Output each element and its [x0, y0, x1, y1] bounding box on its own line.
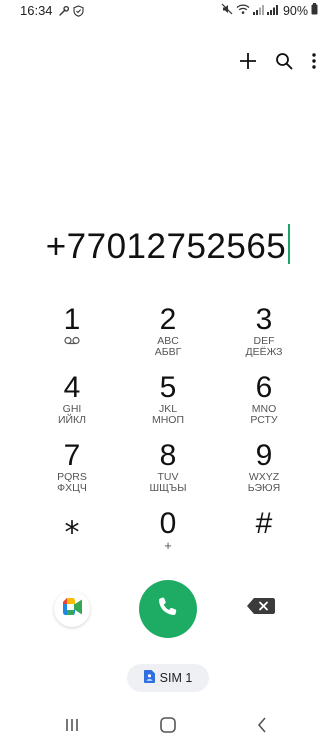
key-letters-cyrillic: ФХЦЧ: [57, 482, 87, 494]
google-meet-icon: [61, 597, 83, 621]
key-digit: 8: [159, 439, 177, 472]
top-actions: [238, 50, 318, 72]
key-0[interactable]: 0 +: [120, 508, 216, 576]
key-letters-cyrillic: ИЙКЛ: [57, 414, 87, 426]
google-meet-button[interactable]: [54, 591, 90, 627]
key-digit: 6: [255, 371, 273, 404]
more-options-icon[interactable]: [310, 50, 318, 72]
key-letters-cyrillic: МНОП: [151, 414, 185, 426]
dialed-number-field[interactable]: +77012752565: [0, 224, 336, 267]
key-9[interactable]: 9 WXYZ ЬЭЮЯ: [216, 440, 312, 508]
key-hash[interactable]: #: [216, 508, 312, 576]
status-left-icons: [58, 4, 84, 22]
sim-selector[interactable]: SIM 1: [127, 664, 209, 692]
battery-icon: [311, 3, 318, 18]
wifi-icon: [236, 3, 250, 18]
key-plus: +: [164, 538, 172, 553]
sim-card-icon: [143, 670, 155, 686]
home-icon[interactable]: [156, 714, 180, 736]
key-2[interactable]: 2 ABC АБВГ: [120, 304, 216, 372]
dialed-number: +77012752565: [45, 227, 287, 266]
backspace-button[interactable]: [246, 597, 276, 619]
key-digit: 9: [255, 439, 273, 472]
key-digit: 5: [159, 371, 177, 404]
key-3[interactable]: 3 DEF ДЕЁЖЗ: [216, 304, 312, 372]
add-icon[interactable]: [238, 50, 258, 72]
key-digit: 7: [63, 439, 81, 472]
backspace-icon: [247, 597, 275, 619]
status-time: 16:34: [20, 3, 53, 18]
key-letters-cyrillic: ЬЭЮЯ: [247, 482, 281, 494]
call-actions: [0, 580, 336, 638]
signal-icon: [266, 4, 278, 18]
key-6[interactable]: 6 MNO РСТУ: [216, 372, 312, 440]
key-digit: 1: [63, 303, 81, 336]
shield-check-icon: [73, 4, 84, 22]
key-7[interactable]: 7 PQRS ФХЦЧ: [24, 440, 120, 508]
key-5[interactable]: 5 JKL МНОП: [120, 372, 216, 440]
key-star[interactable]: ⁎: [24, 508, 120, 576]
battery-percent: 90%: [282, 3, 308, 18]
key-8[interactable]: 8 TUV ШЩЪЫ: [120, 440, 216, 508]
keypad: 1 2 ABC АБВГ 3 DEF ДЕЁЖЗ 4 GHI ИЙКЛ 5 JK…: [24, 304, 312, 576]
key-digit: #: [255, 507, 273, 540]
key-digit: 4: [63, 371, 81, 404]
key-letters-cyrillic: ДЕЁЖЗ: [245, 346, 283, 358]
key-digit: 0: [159, 507, 177, 540]
key-letters-cyrillic: ШЩЪЫ: [149, 482, 187, 494]
navigation-bar: [0, 706, 336, 744]
key-digit: ⁎: [64, 507, 80, 540]
search-icon[interactable]: [274, 50, 294, 72]
key-1[interactable]: 1: [24, 304, 120, 372]
back-icon[interactable]: [250, 714, 274, 736]
sim-label: SIM 1: [159, 671, 193, 685]
wrench-icon: [58, 4, 70, 22]
key-letters-cyrillic: АБВГ: [154, 346, 182, 358]
mute-icon: [221, 3, 233, 18]
recents-icon[interactable]: [60, 714, 84, 736]
phone-icon: [156, 595, 180, 624]
voicemail-icon: [24, 336, 120, 348]
text-cursor: [288, 224, 291, 264]
key-digit: 2: [159, 303, 177, 336]
call-button[interactable]: [139, 580, 197, 638]
status-bar: 16:34 90%: [0, 0, 336, 24]
signal-icon: [252, 4, 264, 18]
status-right-icons: 90%: [221, 3, 318, 18]
key-digit: 3: [255, 303, 273, 336]
key-4[interactable]: 4 GHI ИЙКЛ: [24, 372, 120, 440]
key-letters-cyrillic: РСТУ: [250, 414, 278, 426]
